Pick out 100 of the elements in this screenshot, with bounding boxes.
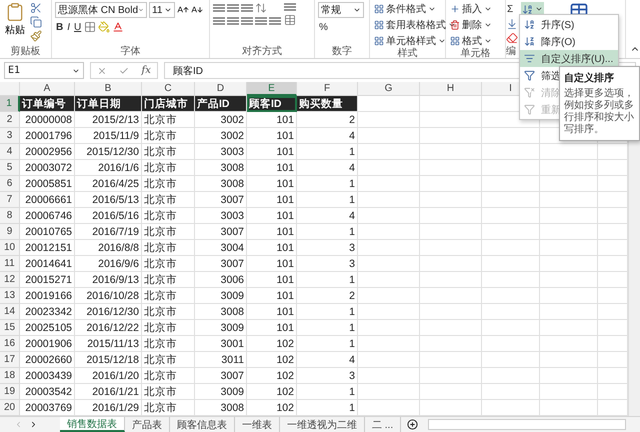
table-cell: 北京市 <box>142 384 195 400</box>
table-cell: 3003 <box>195 144 247 160</box>
table-cell: 101 <box>247 208 297 224</box>
table-cell: 2015/12/30 <box>75 144 142 160</box>
table-cell: 北京市 <box>142 160 195 176</box>
table-cell: 101 <box>247 304 297 320</box>
table-cell: 北京市 <box>142 176 195 192</box>
table-cell: 20002660 <box>20 352 75 368</box>
table-cell: 20025105 <box>20 320 75 336</box>
table-cell: 2016/7/19 <box>75 224 142 240</box>
header-cell: 购买数量 <box>297 96 358 112</box>
table-cell: 2016/12/22 <box>75 320 142 336</box>
table-cell: 1 <box>297 176 358 192</box>
table-cell: 20014641 <box>20 256 75 272</box>
table-cell: 101 <box>247 112 297 128</box>
table-cell: 20000008 <box>20 112 75 128</box>
table-cell: 3008 <box>195 176 247 192</box>
table-cell: 3007 <box>195 256 247 272</box>
table-cell: 3011 <box>195 352 247 368</box>
table-cell: 20003439 <box>20 368 75 384</box>
table-cell: 4 <box>297 208 358 224</box>
table-cell: 北京市 <box>142 400 195 416</box>
group-label: 剪贴板 <box>10 46 40 58</box>
table-cell: 北京市 <box>142 368 195 384</box>
table-cell: 2016/1/20 <box>75 368 142 384</box>
table-cell: 2 <box>297 288 358 304</box>
table-cell: 3007 <box>195 192 247 208</box>
table-cell: 101 <box>247 192 297 208</box>
group-label: 单元格 <box>460 48 490 60</box>
table-cell: 2016/5/16 <box>75 208 142 224</box>
table-cell: 102 <box>247 400 297 416</box>
table-cell: 北京市 <box>142 208 195 224</box>
header-cell: 门店城市 <box>142 96 195 112</box>
table-cell: 2015/11/13 <box>75 336 142 352</box>
table-cell: 3008 <box>195 304 247 320</box>
table-cell: 2 <box>297 112 358 128</box>
table-cell: 1 <box>297 400 358 416</box>
table-cell: 101 <box>247 224 297 240</box>
table-cell: 3001 <box>195 336 247 352</box>
table-cell: 20003072 <box>20 160 75 176</box>
table-cell: 3007 <box>195 368 247 384</box>
table-cell: 20001796 <box>20 128 75 144</box>
table-cell: 20005851 <box>20 176 75 192</box>
table-cell: 20023342 <box>20 304 75 320</box>
table-cell: 2016/1/6 <box>75 160 142 176</box>
table-cell: 2016/9/6 <box>75 256 142 272</box>
table-cell: 4 <box>297 352 358 368</box>
table-cell: 102 <box>247 368 297 384</box>
table-cell: 3002 <box>195 128 247 144</box>
table-cell: 101 <box>247 288 297 304</box>
table-cell: 101 <box>247 256 297 272</box>
table-cell: 北京市 <box>142 112 195 128</box>
table-cell: 1 <box>297 304 358 320</box>
table-cell: 北京市 <box>142 304 195 320</box>
table-cell: 1 <box>297 192 358 208</box>
table-cell: 北京市 <box>142 336 195 352</box>
table-cell: 北京市 <box>142 192 195 208</box>
table-cell: 20012151 <box>20 240 75 256</box>
table-cell: 1 <box>297 224 358 240</box>
table-cell: 102 <box>247 384 297 400</box>
header-cell: 订单编号 <box>20 96 75 112</box>
table-cell: 3009 <box>195 384 247 400</box>
table-cell: 3007 <box>195 224 247 240</box>
table-cell: 3002 <box>195 112 247 128</box>
table-cell: 2015/11/9 <box>75 128 142 144</box>
table-cell: 20003769 <box>20 400 75 416</box>
table-cell: 3004 <box>195 240 247 256</box>
table-cell: 北京市 <box>142 288 195 304</box>
table-cell: 北京市 <box>142 144 195 160</box>
header-cell: 订单日期 <box>75 96 142 112</box>
table-cell: 1 <box>297 320 358 336</box>
tooltip-text: 选择更多选项，例如按多列或多行排序和按大小写排序。 <box>564 88 635 136</box>
group-label: 编 <box>506 46 516 58</box>
group-label: 字体 <box>120 46 140 58</box>
table-cell: 101 <box>247 240 297 256</box>
table-cell: 北京市 <box>142 128 195 144</box>
group-label: 样式 <box>398 48 418 60</box>
table-cell: 4 <box>297 160 358 176</box>
table-cell: 2016/12/30 <box>75 304 142 320</box>
table-cell: 2016/1/29 <box>75 400 142 416</box>
table-cell: 101 <box>247 320 297 336</box>
table-cell: 1 <box>297 272 358 288</box>
table-cell: 20006746 <box>20 208 75 224</box>
table-cell: 北京市 <box>142 224 195 240</box>
table-cell: 101 <box>247 160 297 176</box>
table-cell: 20002956 <box>20 144 75 160</box>
table-cell: 2016/9/13 <box>75 272 142 288</box>
group-label: 数字 <box>332 46 352 58</box>
table-cell: 3 <box>297 240 358 256</box>
table-cell: 3006 <box>195 272 247 288</box>
table-cell: 101 <box>247 144 297 160</box>
table-cell: 2015/2/13 <box>75 112 142 128</box>
table-cell: 20001906 <box>20 336 75 352</box>
header-cell: 产品ID <box>195 96 247 112</box>
table-cell: 1 <box>297 144 358 160</box>
group-label: 对齐方式 <box>242 46 282 58</box>
table-cell: 1 <box>297 336 358 352</box>
table-cell: 20019166 <box>20 288 75 304</box>
table-cell: 北京市 <box>142 272 195 288</box>
table-cell: 4 <box>297 128 358 144</box>
